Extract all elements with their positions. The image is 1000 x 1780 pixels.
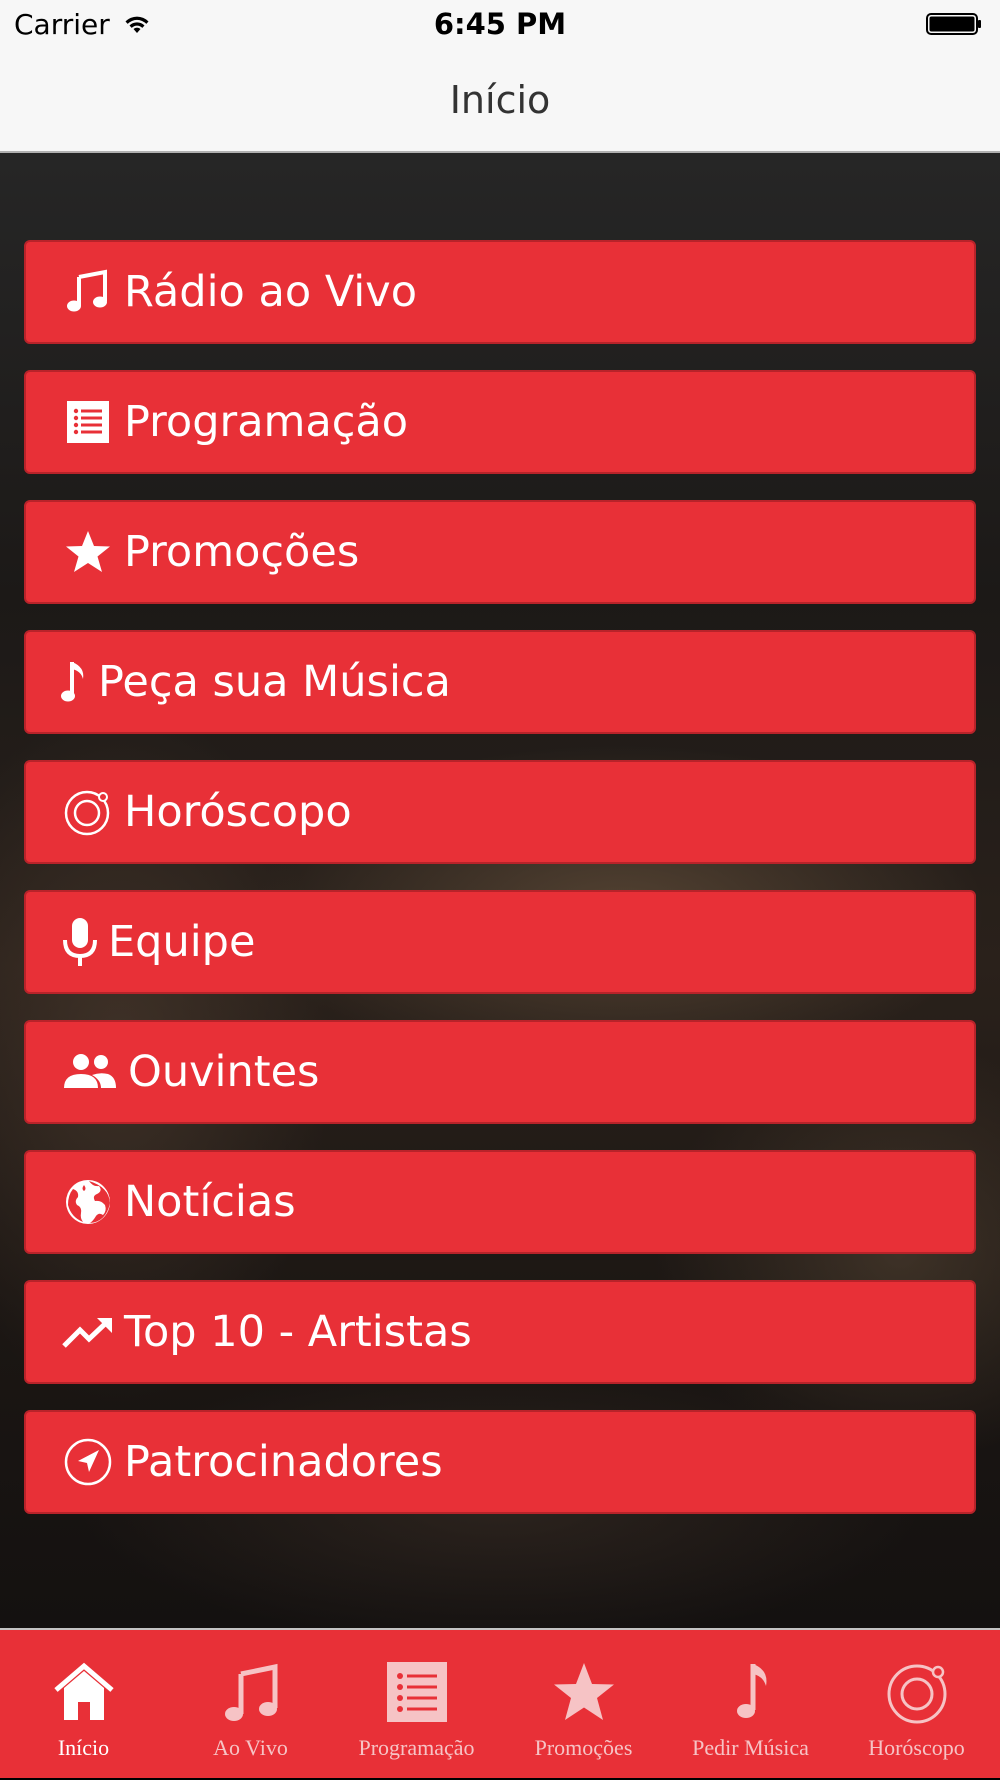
tab-label: Promoções bbox=[534, 1735, 633, 1760]
navigation-bar: Início bbox=[0, 50, 1000, 153]
globe-icon bbox=[60, 1174, 116, 1230]
battery-icon bbox=[926, 13, 981, 35]
tab-pedir-musica[interactable]: Pedir Música bbox=[667, 1630, 834, 1780]
menu-item-horoscopo[interactable]: Horóscopo bbox=[24, 760, 976, 864]
menu-item-patrocinadores[interactable]: Patrocinadores bbox=[24, 1410, 976, 1514]
tab-label: Pedir Música bbox=[692, 1735, 809, 1760]
page-title: Início bbox=[449, 78, 551, 122]
microphone-icon bbox=[60, 914, 100, 970]
list-icon bbox=[386, 1662, 447, 1722]
menu-content: Rádio ao Vivo Programação Promoções Peça… bbox=[0, 153, 1000, 1628]
tab-label: Início bbox=[57, 1735, 110, 1760]
zodiac-ring-icon bbox=[887, 1664, 946, 1724]
tab-inicio[interactable]: Início bbox=[0, 1630, 167, 1780]
star-icon bbox=[60, 524, 116, 580]
menu-item-promocoes[interactable]: Promoções bbox=[24, 500, 976, 604]
menu-item-label: Patrocinadores bbox=[124, 1437, 443, 1487]
menu-item-equipe[interactable]: Equipe bbox=[24, 890, 976, 994]
menu-item-ouvintes[interactable]: Ouvintes bbox=[24, 1020, 976, 1124]
navigation-arrow-icon bbox=[60, 1434, 116, 1490]
menu-item-label: Top 10 - Artistas bbox=[124, 1307, 472, 1357]
status-bar: Carrier 6:45 PM bbox=[0, 0, 1000, 50]
music-note-icon bbox=[60, 654, 90, 710]
menu-item-radio-ao-vivo[interactable]: Rádio ao Vivo bbox=[24, 240, 976, 344]
menu-item-noticias[interactable]: Notícias bbox=[24, 1150, 976, 1254]
music-note-icon bbox=[736, 1664, 766, 1718]
tab-label: Horóscopo bbox=[868, 1735, 965, 1760]
tab-label: Ao Vivo bbox=[213, 1735, 288, 1760]
menu-item-label: Ouvintes bbox=[128, 1047, 320, 1097]
menu-item-label: Promoções bbox=[124, 527, 360, 577]
zodiac-ring-icon bbox=[60, 784, 116, 840]
menu-item-label: Peça sua Música bbox=[98, 657, 451, 707]
home-icon bbox=[53, 1662, 114, 1720]
tab-horoscopo[interactable]: Horóscopo bbox=[833, 1630, 1000, 1780]
tab-bar: Início Ao Vivo Programação Promoções Ped… bbox=[0, 1628, 1000, 1778]
menu-item-programacao[interactable]: Programação bbox=[24, 370, 976, 474]
menu-item-label: Horóscopo bbox=[124, 787, 352, 837]
music-notes-icon bbox=[224, 1663, 277, 1721]
tab-promocoes[interactable]: Promoções bbox=[500, 1630, 667, 1780]
status-time: 6:45 PM bbox=[433, 7, 567, 41]
music-notes-icon bbox=[60, 264, 116, 320]
menu-item-peca-sua-musica[interactable]: Peça sua Música bbox=[24, 630, 976, 734]
menu-item-label: Rádio ao Vivo bbox=[124, 267, 418, 317]
menu-item-label: Equipe bbox=[108, 917, 256, 967]
trending-up-icon bbox=[60, 1304, 116, 1360]
menu-item-label: Notícias bbox=[124, 1177, 296, 1227]
list-icon bbox=[60, 394, 116, 450]
tab-label: Programação bbox=[358, 1735, 475, 1760]
tab-programacao[interactable]: Programação bbox=[333, 1630, 500, 1780]
people-icon bbox=[60, 1044, 120, 1100]
star-icon bbox=[553, 1663, 614, 1720]
menu-item-label: Programação bbox=[124, 397, 409, 447]
menu-item-top-10-artistas[interactable]: Top 10 - Artistas bbox=[24, 1280, 976, 1384]
tab-ao-vivo[interactable]: Ao Vivo bbox=[167, 1630, 334, 1780]
